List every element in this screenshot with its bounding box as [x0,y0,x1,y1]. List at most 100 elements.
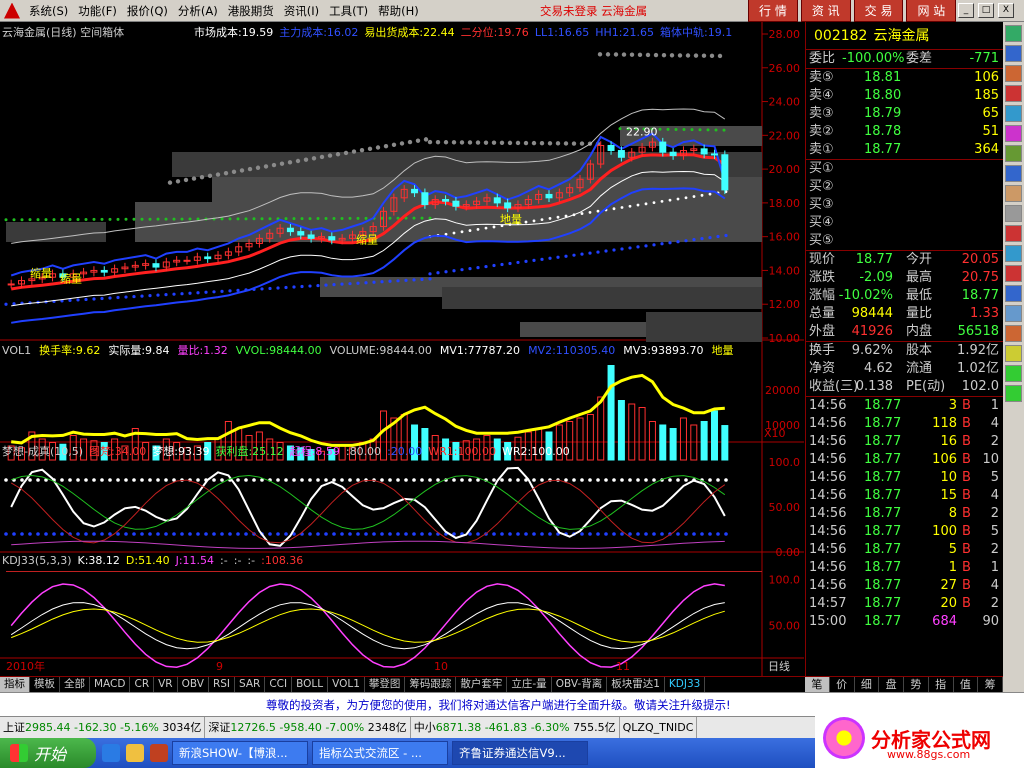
green-dot-line [4,218,8,222]
tick-price: 18.77 [864,596,902,611]
indicator-tab-16[interactable]: OBV-背离 [552,677,608,692]
indicator-tab-6[interactable]: OBV [178,677,209,692]
index-change: -958.40 [279,721,326,734]
gray-dot-line [605,52,611,57]
indicator-tab-0[interactable]: 指标 [0,677,30,692]
top-button-1[interactable]: 资 讯 [800,0,851,22]
index-1[interactable]: 深证12726.5 -958.40 -7.00% 2348亿 [205,717,411,738]
maximize-button[interactable]: □ [978,3,994,18]
menu-item-2[interactable]: 报价(Q) [122,3,173,19]
indicator-tab-13[interactable]: 筹码跟踪 [405,677,457,692]
quote-tab-1[interactable]: 价 [830,677,855,692]
index-pct: -7.00% [325,721,368,734]
top-button-2[interactable]: 交 易 [853,0,904,22]
indicator-tab-10[interactable]: BOLL [292,677,329,692]
tool-icon-15[interactable] [1005,325,1022,342]
gray-dot-line [613,52,619,57]
task-button-0[interactable]: 新浪SHOW-【博浪... [172,741,308,765]
blue-dot-line [532,258,536,262]
indicator-tab-7[interactable]: RSI [209,677,235,692]
quote-tab-7[interactable]: 筹 [978,677,1003,692]
indicator-tab-11[interactable]: VOL1 [328,677,365,692]
white-dot-line [548,217,552,220]
menu-item-6[interactable]: 工具(T) [324,3,373,19]
indicator-tab-8[interactable]: SAR [235,677,266,692]
indicator-tab-5[interactable]: VR [154,677,178,692]
menu-item-7[interactable]: 帮助(H) [373,3,424,19]
dream-80-dots [508,478,512,482]
task-button-1[interactable]: 指标公式交流区 - ... [312,741,448,765]
tool-icon-14[interactable] [1005,305,1022,322]
top-button-0[interactable]: 行 情 [748,0,798,22]
tool-icon-12[interactable] [1005,265,1022,282]
tool-icon-7[interactable] [1005,165,1022,182]
ask-row: 卖① 18.77 364 [806,141,1003,159]
tool-icon-4[interactable] [1005,105,1022,122]
indicator-tab-4[interactable]: CR [130,677,155,692]
quote-tab-4[interactable]: 势 [904,677,929,692]
stat-label: 现价 [809,252,836,267]
blue-dot-line [556,255,560,259]
menu-item-5[interactable]: 资讯(I) [279,3,324,19]
start-button[interactable]: 开始 [0,738,96,768]
tool-icon-3[interactable] [1005,85,1022,102]
folder-icon[interactable] [126,744,144,762]
dream-20-dots [204,532,208,536]
login-status: 交易未登录 云海金属 [540,3,648,18]
ie-icon[interactable] [102,744,120,762]
chart-area[interactable]: 28.00 26.00 24.00 22.00 20.00 18.00 16.00 14.00… [0,22,804,676]
indicator-tab-18[interactable]: KDJ33 [665,677,706,692]
candle-body [669,151,677,157]
tool-icon-16[interactable] [1005,345,1022,362]
tool-icon-18[interactable] [1005,385,1022,402]
vol-ind-label-0: VOL1 [2,344,32,357]
menu-item-3[interactable]: 分析(A) [173,3,223,19]
tool-icon-5[interactable] [1005,125,1022,142]
dream-20-dots [644,532,648,536]
stat-label: 今开 [906,252,933,267]
task-button-2[interactable]: 齐鲁证券通达信V9... [452,741,588,765]
menu-item-4[interactable]: 港股期货 [223,3,279,19]
tool-icon-11[interactable] [1005,245,1022,262]
tool-icon-1[interactable] [1005,45,1022,62]
quote-tab-5[interactable]: 指 [929,677,954,692]
tool-icon-6[interactable] [1005,145,1022,162]
quote-tab-3[interactable]: 盘 [879,677,904,692]
minimize-button[interactable]: _ [958,3,974,18]
quote-tab-0[interactable]: 笔 [805,677,830,692]
indicator-tab-2[interactable]: 全部 [60,677,90,692]
indicator-tab-17[interactable]: 板块雷达1 [607,677,665,692]
indicator-tab-1[interactable]: 模板 [30,677,60,692]
indicator-tab-3[interactable]: MACD [90,677,131,692]
dream-20-dots [332,532,336,536]
top-button-3[interactable]: 网 站 [906,0,957,22]
dream-80-dots [652,478,656,482]
indicator-tab-15[interactable]: 立庄-量 [507,677,552,692]
menu-item-0[interactable]: 系统(S) [24,3,73,19]
blue-dot-line [324,283,328,287]
quote-tab-2[interactable]: 细 [855,677,880,692]
close-button[interactable]: X [998,3,1014,18]
app-quick-icon[interactable] [150,744,168,762]
fund-label: PE(动) [906,379,946,394]
volume-ma-line [11,373,725,447]
indicator-tab-14[interactable]: 散户套牢 [456,677,508,692]
tool-icon-17[interactable] [1005,365,1022,382]
white-dot-line [700,193,704,197]
kdj-ind-label-7: :108.36 [261,554,304,567]
tool-icon-10[interactable] [1005,225,1022,242]
indicator-tab-12[interactable]: 攀登图 [365,677,406,692]
index-2[interactable]: 中小6871.38 -461.83 -6.30% 755.5亿 [411,717,620,738]
indicator-tab-9[interactable]: CCI [265,677,293,692]
tool-icon-2[interactable] [1005,65,1022,82]
task-buttons: 新浪SHOW-【博浪... 指标公式交流区 - ... 齐鲁证券通达信V9... [168,741,588,765]
quote-tab-6[interactable]: 值 [954,677,979,692]
y-tick-label: 28.00 [769,28,801,41]
index-0[interactable]: 上证2985.44 -162.30 -5.16% 3034亿 [0,717,206,738]
tool-icon-8[interactable] [1005,185,1022,202]
vol-ind-label-2: 实际量:9.84 [108,344,170,357]
tool-icon-9[interactable] [1005,205,1022,222]
tool-icon-0[interactable] [1005,25,1022,42]
tool-icon-13[interactable] [1005,285,1022,302]
menu-item-1[interactable]: 功能(F) [73,3,122,19]
